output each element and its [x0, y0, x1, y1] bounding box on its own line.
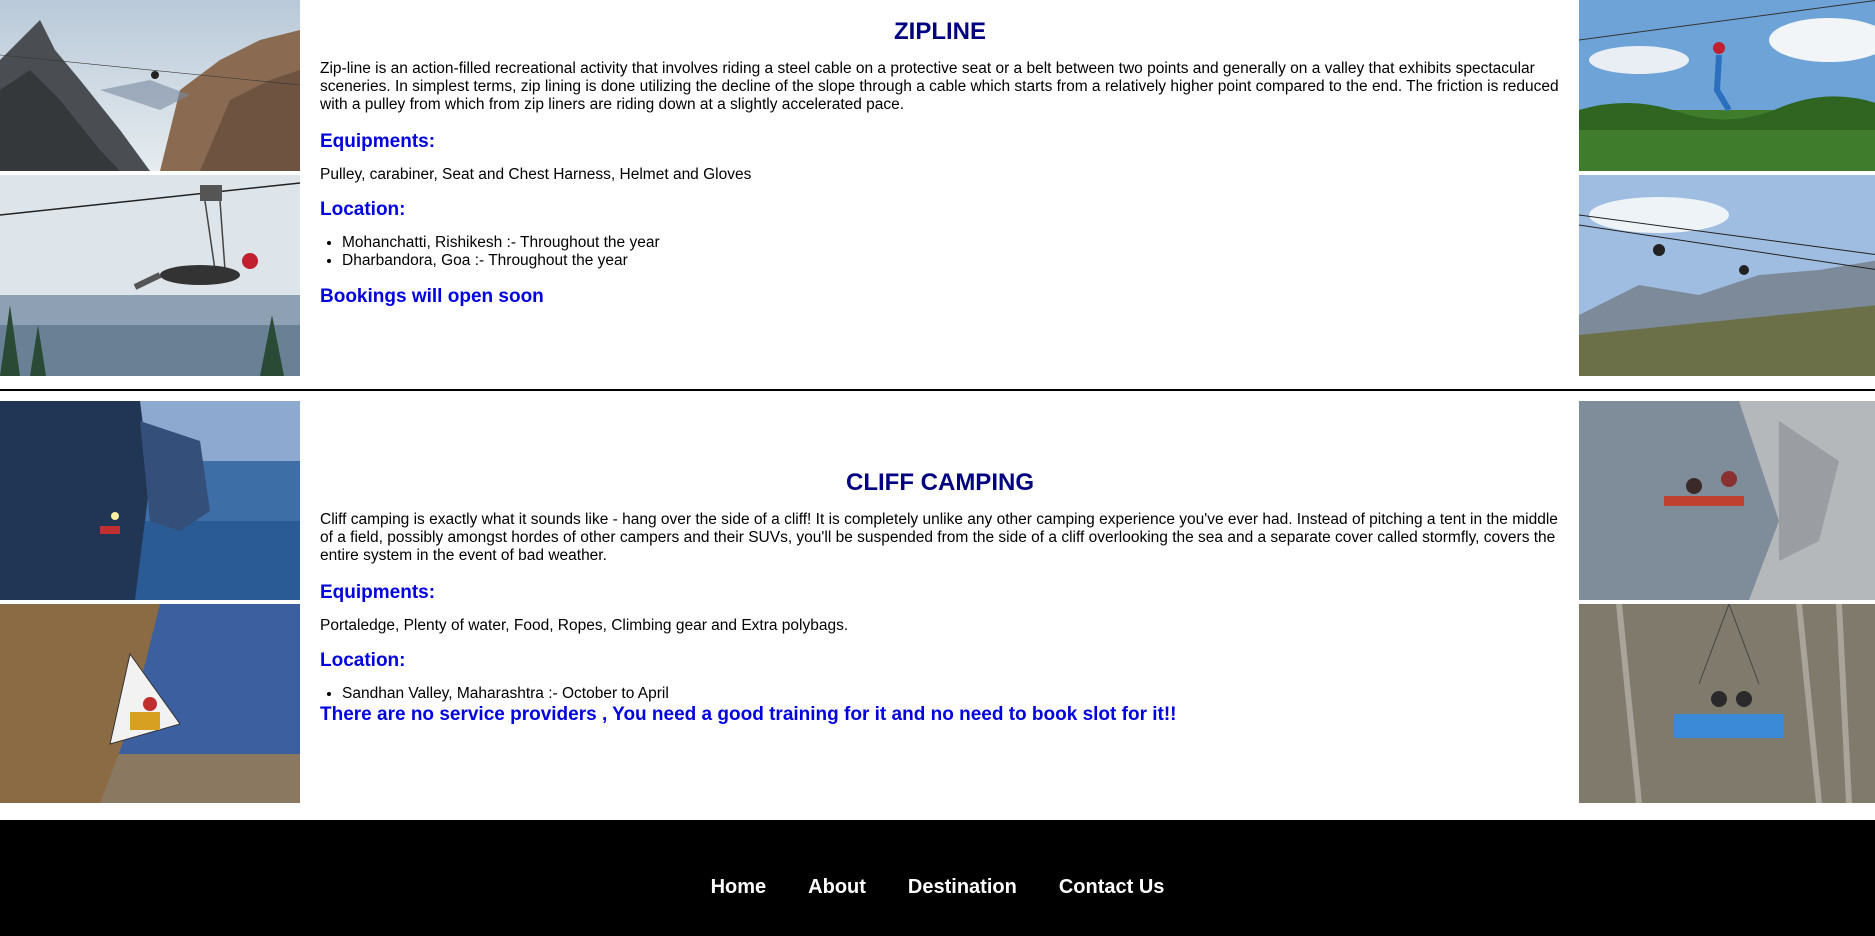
- nav-about-link[interactable]: About: [808, 876, 866, 899]
- zipline-booking-note: Bookings will open soon: [320, 286, 544, 307]
- cliff-equipments: Portaledge, Plenty of water, Food, Ropes…: [320, 617, 849, 634]
- cliff-location-list: Sandhan Valley, Maharashtra :- October t…: [320, 685, 1560, 703]
- cliff-camping-section: CLIFF CAMPING Cliff camping is exactly w…: [0, 401, 1875, 805]
- cliff-description: Cliff camping is exactly what it sounds …: [320, 511, 1558, 564]
- zipline-section: ZIPLINE Zip-line is an action-filled rec…: [0, 0, 1875, 376]
- zipline-content: ZIPLINE Zip-line is an action-filled rec…: [320, 18, 1560, 309]
- list-item: Dharbandora, Goa :- Throughout the year: [342, 252, 1560, 270]
- zipline-equipments-heading: Equipments:: [320, 131, 436, 152]
- nav-contact-link[interactable]: Contact Us: [1059, 876, 1165, 899]
- cliff-title: CLIFF CAMPING: [846, 469, 1034, 496]
- cliff-right-photos: [1579, 401, 1875, 803]
- section-divider: [0, 389, 1875, 391]
- cliff-equipments-heading: Equipments:: [320, 582, 436, 603]
- list-item: Sandhan Valley, Maharashtra :- October t…: [342, 685, 1560, 703]
- footer-nav: Home About Destination Contact Us: [0, 876, 1875, 899]
- nav-home-link[interactable]: Home: [711, 876, 767, 899]
- zipline-right-photos: [1579, 0, 1875, 376]
- site-footer: Home About Destination Contact Us: [0, 820, 1875, 936]
- zipline-title: ZIPLINE: [893, 18, 986, 45]
- cliff-content: CLIFF CAMPING Cliff camping is exactly w…: [320, 469, 1560, 727]
- cliff-location-heading: Location:: [320, 650, 406, 671]
- zipline-valley-photo: [1579, 175, 1875, 376]
- zipline-left-photos: [0, 0, 300, 376]
- cliff-hanging-photo: [1579, 604, 1875, 803]
- nav-destination-link[interactable]: Destination: [908, 876, 1017, 899]
- zipline-forest-photo: [1579, 0, 1875, 171]
- zipline-mountain-photo: [0, 0, 300, 171]
- zipline-rider-photo: [0, 175, 300, 376]
- list-item: Mohanchatti, Rishikesh :- Throughout the…: [342, 234, 1560, 252]
- cliff-rock-photo: [1579, 401, 1875, 600]
- zipline-location-heading: Location:: [320, 199, 406, 220]
- cliff-sea-photo: [0, 401, 300, 600]
- zipline-location-list: Mohanchatti, Rishikesh :- Throughout the…: [320, 234, 1560, 270]
- zipline-equipments: Pulley, carabiner, Seat and Chest Harnes…: [320, 166, 752, 183]
- zipline-description: Zip-line is an action-filled recreationa…: [320, 60, 1559, 113]
- cliff-left-photos: [0, 401, 300, 803]
- cliff-provider-note: There are no service providers , You nee…: [320, 704, 1177, 725]
- cliff-portaledge-photo: [0, 604, 300, 803]
